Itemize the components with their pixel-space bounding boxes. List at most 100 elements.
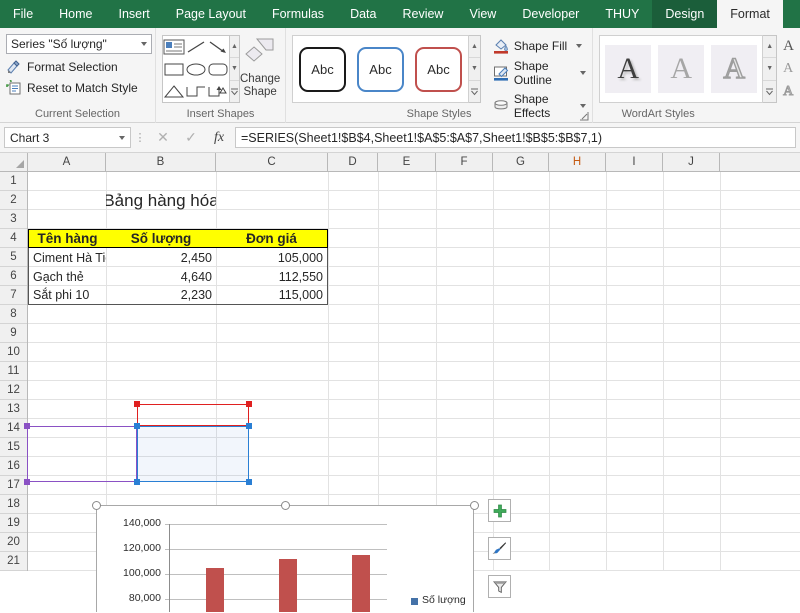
shape-style-thumb-red[interactable]: Abc <box>415 46 462 92</box>
shape-fill-chevron-down-icon[interactable] <box>576 44 583 48</box>
row-header-17[interactable]: 17 <box>0 476 27 495</box>
shapes-more-button[interactable] <box>230 81 239 102</box>
row-header-9[interactable]: 9 <box>0 324 27 343</box>
name-box[interactable]: Chart 3 <box>4 127 131 148</box>
shape-elbow-arrow-connector-icon[interactable] <box>207 80 229 102</box>
formula-input[interactable]: =SERIES(Sheet1!$B$4,Sheet1!$A$5:$A$7,She… <box>235 127 796 148</box>
select-all-corner[interactable] <box>0 153 28 171</box>
shape-styles-scroll-up-button[interactable]: ▲ <box>469 36 480 59</box>
category-range-handle-tl[interactable] <box>24 423 30 429</box>
ribbon-tab-home[interactable]: Home <box>46 0 105 28</box>
change-shape-button[interactable]: Change Shape <box>240 35 280 99</box>
ribbon-tab-developer[interactable]: Developer <box>509 0 592 28</box>
value-range-handle-bl[interactable] <box>134 479 140 485</box>
row-header-3[interactable]: 3 <box>0 210 27 229</box>
ribbon-tab-file[interactable]: File <box>0 0 46 28</box>
cell-c6-price[interactable]: 112,550 <box>216 267 328 286</box>
value-range-handle-tl[interactable] <box>134 423 140 429</box>
shapes-gallery-scroll[interactable]: ▲ ▼ <box>230 35 240 103</box>
row-header-8[interactable]: 8 <box>0 305 27 324</box>
shape-outline-button[interactable]: Shape Outline <box>493 59 587 87</box>
name-box-chevron-down-icon[interactable] <box>119 135 125 140</box>
column-header-J[interactable]: J <box>663 153 720 171</box>
cell-header-don-gia[interactable]: Đơn giá <box>216 229 328 248</box>
cell-b6-qty[interactable]: 4,640 <box>106 267 216 286</box>
shape-styles-dialog-launcher-icon[interactable] <box>580 112 589 121</box>
ribbon-tab-data[interactable]: Data <box>337 0 389 28</box>
row-header-14[interactable]: 14 <box>0 419 27 438</box>
cell-b5-qty[interactable]: 2,450 <box>106 248 216 267</box>
value-range-handle-br[interactable] <box>246 479 252 485</box>
row-header-20[interactable]: 20 <box>0 533 27 552</box>
chart-handle-top-left[interactable] <box>92 501 101 510</box>
chart-handle-top-center[interactable] <box>281 501 290 510</box>
shape-elbow-connector-icon[interactable] <box>185 80 207 102</box>
cell-a6-name[interactable]: Gạch thẻ <box>28 267 106 286</box>
shape-triangle-icon[interactable] <box>163 80 185 102</box>
cell-b2-title[interactable]: Bảng hàng hóa <box>106 191 216 210</box>
shape-styles-more-button[interactable] <box>469 81 480 102</box>
column-header-E[interactable]: E <box>378 153 436 171</box>
category-range-handle-bl[interactable] <box>24 479 30 485</box>
shape-line-icon[interactable] <box>185 36 207 58</box>
wordart-more-button[interactable] <box>763 81 776 102</box>
wordart-scroll-up-button[interactable]: ▲ <box>763 36 777 59</box>
chart-bar-don-gia[interactable] <box>351 555 370 612</box>
row-header-10[interactable]: 10 <box>0 343 27 362</box>
ribbon-tab-format[interactable]: Format <box>717 0 783 28</box>
row-header-13[interactable]: 13 <box>0 400 27 419</box>
column-header-I[interactable]: I <box>606 153 663 171</box>
row-header-12[interactable]: 12 <box>0 381 27 400</box>
shape-styles-scroll-down-button[interactable]: ▼ <box>469 58 480 81</box>
ribbon-tab-page-layout[interactable]: Page Layout <box>163 0 259 28</box>
ribbon-tab-review[interactable]: Review <box>389 0 456 28</box>
row-header-2[interactable]: 2 <box>0 191 27 210</box>
chart-filters-button[interactable] <box>488 575 511 598</box>
wordart-thumb-2[interactable]: A <box>658 45 705 93</box>
shape-styles-scroll[interactable]: ▲ ▼ <box>469 35 481 103</box>
shape-rectangle-icon[interactable] <box>163 58 185 80</box>
cell-c5-price[interactable]: 105,000 <box>216 248 328 267</box>
wordart-styles-scroll[interactable]: ▲ ▼ <box>763 35 778 103</box>
ribbon-tab-thuy[interactable]: THUY <box>592 0 652 28</box>
cancel-formula-button[interactable]: ✕ <box>149 127 177 148</box>
ribbon-tab-formulas[interactable]: Formulas <box>259 0 337 28</box>
column-header-H[interactable]: H <box>549 153 606 171</box>
wordart-scroll-down-button[interactable]: ▼ <box>763 58 777 81</box>
column-header-C[interactable]: C <box>216 153 328 171</box>
shape-styles-gallery[interactable]: Abc Abc Abc <box>292 35 469 103</box>
column-header-A[interactable]: A <box>28 153 106 171</box>
row-header-15[interactable]: 15 <box>0 438 27 457</box>
column-header-G[interactable]: G <box>493 153 549 171</box>
row-header-5[interactable]: 5 <box>0 248 27 267</box>
shapes-gallery[interactable] <box>162 35 230 103</box>
cell-header-so-luong[interactable]: Số lượng <box>106 229 216 248</box>
chart-bar-don-gia[interactable] <box>206 568 225 612</box>
shape-fill-button[interactable]: Shape Fill <box>493 38 586 54</box>
shape-style-thumb-black[interactable]: Abc <box>299 46 346 92</box>
row-header-4[interactable]: 4 <box>0 229 27 248</box>
row-header-18[interactable]: 18 <box>0 495 27 514</box>
row-header-19[interactable]: 19 <box>0 514 27 533</box>
row-header-7[interactable]: 7 <box>0 286 27 305</box>
series-name-handle-left[interactable] <box>134 401 140 407</box>
wordart-thumb-1[interactable]: A <box>605 45 652 93</box>
row-header-6[interactable]: 6 <box>0 267 27 286</box>
shape-textbox-icon[interactable] <box>163 36 185 58</box>
cell-header-ten-hang[interactable]: Tên hàng <box>28 229 106 248</box>
shape-style-thumb-blue[interactable]: Abc <box>357 46 404 92</box>
enter-formula-button[interactable]: ✓ <box>177 127 205 148</box>
shapes-scroll-up-button[interactable]: ▲ <box>230 36 239 59</box>
wordart-thumb-3[interactable]: A <box>711 45 758 93</box>
row-header-16[interactable]: 16 <box>0 457 27 476</box>
wordart-styles-gallery[interactable]: A A A <box>599 35 764 103</box>
cell-a7-name[interactable]: Sắt phi 10 <box>28 286 106 305</box>
insert-function-button[interactable]: fx <box>205 127 233 148</box>
series-name-handle-right[interactable] <box>246 401 252 407</box>
shape-outline-chevron-down-icon[interactable] <box>580 71 587 75</box>
column-header-D[interactable]: D <box>328 153 378 171</box>
column-header-F[interactable]: F <box>436 153 493 171</box>
text-outline-icon[interactable]: A <box>783 61 794 77</box>
shape-oval-icon[interactable] <box>185 58 207 80</box>
text-fill-icon[interactable]: A <box>783 38 794 55</box>
